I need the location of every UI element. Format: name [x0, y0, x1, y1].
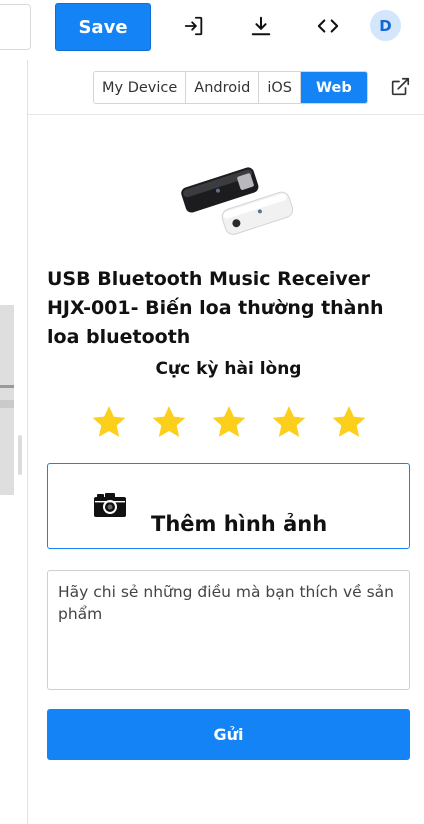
star-icon[interactable]: [149, 402, 189, 442]
camera-icon: [93, 492, 126, 517]
tab-android[interactable]: Android: [186, 72, 260, 103]
star-icon[interactable]: [329, 402, 369, 442]
resize-handle[interactable]: [18, 435, 22, 475]
device-tabs: My Device Android iOS Web: [93, 71, 368, 104]
add-photo-button[interactable]: Thêm hình ảnh: [47, 463, 410, 549]
tab-ios[interactable]: iOS: [259, 72, 302, 103]
review-input[interactable]: [47, 570, 410, 690]
left-panel-divider: [0, 400, 14, 408]
add-photo-label: Thêm hình ảnh: [151, 512, 328, 536]
submit-button[interactable]: Gửi: [47, 709, 410, 760]
star-icon[interactable]: [269, 402, 309, 442]
left-panel-divider: [0, 385, 14, 388]
save-button[interactable]: Save: [55, 3, 151, 51]
tab-my-device[interactable]: My Device: [94, 72, 187, 103]
star-icon[interactable]: [209, 402, 249, 442]
avatar[interactable]: D: [370, 10, 401, 41]
product-image: [178, 160, 298, 240]
external-link-icon[interactable]: [389, 76, 411, 98]
rating-label: Cực kỳ hài lòng: [155, 359, 302, 379]
download-icon[interactable]: [245, 10, 277, 42]
star-rating: [89, 402, 369, 442]
top-toolbar: Save D: [0, 0, 424, 60]
code-icon[interactable]: [312, 10, 344, 42]
title-input[interactable]: [0, 4, 31, 50]
login-icon[interactable]: [178, 10, 210, 42]
product-title: USB Bluetooth Music Receiver HJX-001- Bi…: [47, 268, 384, 348]
tab-web[interactable]: Web: [301, 72, 367, 103]
star-icon[interactable]: [89, 402, 129, 442]
